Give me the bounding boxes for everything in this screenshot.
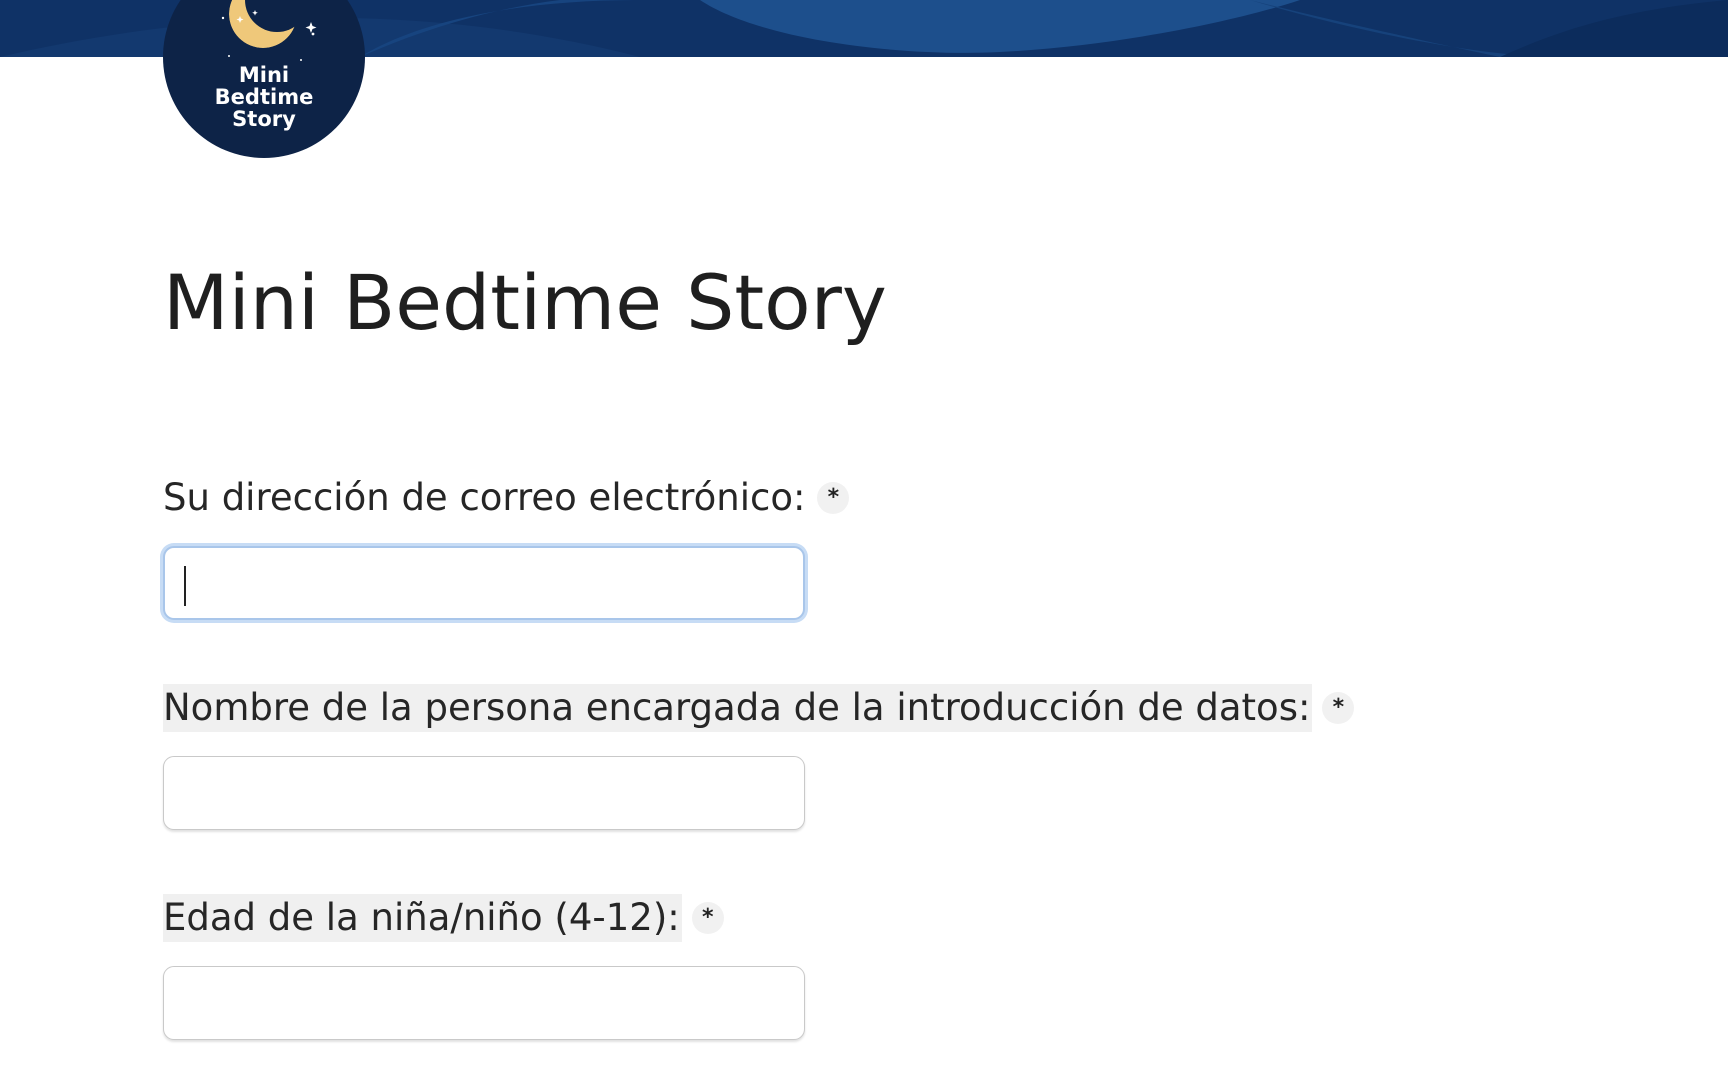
logo-line: Mini xyxy=(238,63,290,87)
required-asterisk-icon: * xyxy=(691,902,724,934)
email-input-wrapper xyxy=(163,546,849,620)
operator-name-field-group: Nombre de la persona encargada de la int… xyxy=(163,684,1355,830)
text-cursor xyxy=(184,566,186,606)
page-title: Mini Bedtime Story xyxy=(163,258,887,347)
logo-line: Story xyxy=(232,107,296,131)
operator-name-label: Nombre de la persona encargada de la int… xyxy=(163,684,1313,732)
email-label: Su dirección de correo electrónico: xyxy=(163,476,806,519)
logo-line: Bedtime xyxy=(214,85,314,109)
form-page: Mini Bedtime Story Mini Bedtime Story Su… xyxy=(0,0,1728,1080)
child-age-label: Edad de la niña/niño (4-12): xyxy=(163,894,682,942)
operator-name-label-row: Nombre de la persona encargada de la int… xyxy=(163,684,1355,732)
email-field-group: Su dirección de correo electrónico: * xyxy=(163,474,850,620)
operator-name-input[interactable] xyxy=(163,756,805,830)
child-age-field-group: Edad de la niña/niño (4-12): * xyxy=(163,894,805,1040)
brand-logo[interactable]: Mini Bedtime Story xyxy=(163,0,365,158)
required-asterisk-icon: * xyxy=(1322,692,1355,724)
child-age-input[interactable] xyxy=(163,966,805,1040)
logo-wordmark: Mini Bedtime Story xyxy=(163,64,365,130)
required-asterisk-icon: * xyxy=(817,482,850,514)
email-label-row: Su dirección de correo electrónico: * xyxy=(163,474,850,522)
child-age-label-row: Edad de la niña/niño (4-12): * xyxy=(163,894,805,942)
email-input[interactable] xyxy=(163,546,805,620)
